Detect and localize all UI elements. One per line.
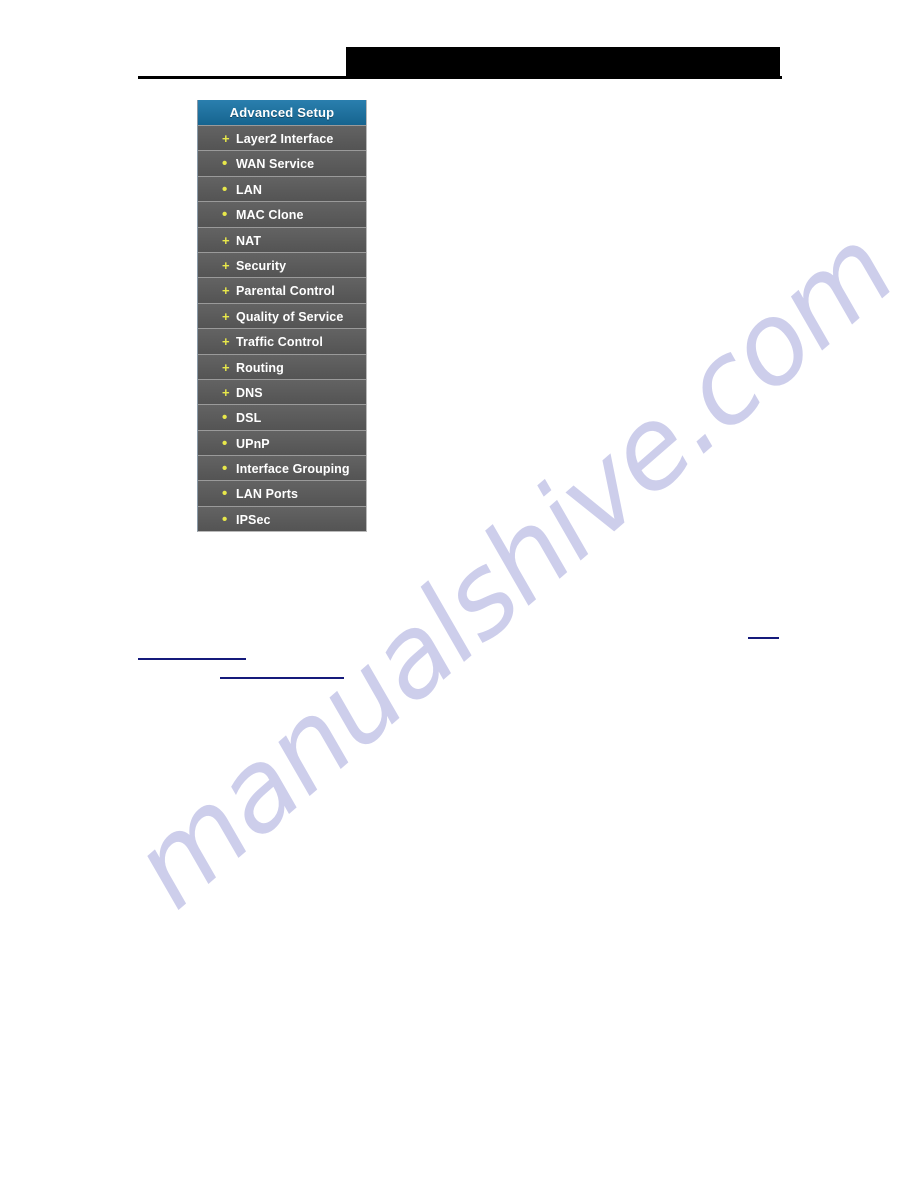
menu-item-ipsec[interactable]: • IPSec	[198, 505, 366, 532]
menu-item-routing[interactable]: + Routing	[198, 353, 366, 379]
menu-item-parental-control[interactable]: + Parental Control	[198, 277, 366, 303]
expand-plus-icon: +	[222, 334, 230, 350]
menu-item-mac-clone[interactable]: • MAC Clone	[198, 201, 366, 227]
menu-item-label: IPSec	[236, 512, 271, 527]
menu-item-dns[interactable]: + DNS	[198, 378, 366, 405]
menu-item-lan[interactable]: • LAN	[198, 175, 366, 202]
advanced-setup-menu: Advanced Setup + Layer2 Interface • WAN Ser…	[197, 100, 367, 533]
redacted-header-block	[346, 47, 780, 77]
expand-plus-icon: +	[222, 232, 230, 248]
bullet-dot-icon: •	[222, 434, 228, 452]
bullet-dot-icon: •	[222, 510, 228, 528]
menu-item-lan-ports[interactable]: • LAN Ports	[198, 480, 366, 506]
menu-item-label: Layer2 Interface	[236, 132, 334, 146]
menu-item-nat[interactable]: + NAT	[198, 226, 366, 252]
menu-item-label: Routing	[236, 360, 284, 375]
menu-item-traffic-control[interactable]: + Traffic Control	[198, 328, 366, 354]
menu-item-label: Quality of Service	[236, 309, 344, 324]
expand-plus-icon: +	[222, 257, 230, 273]
document-page: manualshive.com Advanced Setup + Layer2 I…	[0, 0, 918, 1188]
menu-item-label: Interface Grouping	[236, 462, 350, 477]
watermark: manualshive.com	[50, 205, 918, 940]
menu-item-label: Security	[236, 258, 287, 273]
header-divider-rule	[138, 76, 782, 79]
menu-item-security[interactable]: + Security	[198, 251, 366, 278]
menu-item-label: NAT	[236, 233, 262, 248]
bullet-dot-icon: •	[222, 460, 228, 478]
expand-plus-icon: +	[222, 283, 230, 299]
bullet-dot-icon: •	[222, 485, 228, 503]
menu-item-label: Traffic Control	[236, 335, 323, 350]
menu-item-wan-service[interactable]: • WAN Service	[198, 150, 366, 176]
bullet-dot-icon: •	[222, 206, 228, 224]
expand-plus-icon: +	[222, 359, 230, 375]
redacted-hyperlink-3[interactable]	[220, 677, 344, 679]
expand-plus-icon: +	[222, 384, 230, 400]
menu-item-upnp[interactable]: • UPnP	[198, 429, 366, 456]
menu-item-layer2-interface[interactable]: + Layer2 Interface	[198, 125, 366, 151]
bullet-dot-icon: •	[222, 155, 228, 173]
redacted-hyperlink-2[interactable]	[138, 658, 246, 660]
menu-title-advanced-setup: Advanced Setup	[198, 100, 366, 125]
bullet-dot-icon: •	[222, 180, 228, 198]
menu-item-label: DNS	[236, 385, 263, 400]
menu-item-label: LAN	[236, 182, 262, 197]
menu-item-quality-of-service[interactable]: + Quality of Service	[198, 302, 366, 329]
menu-item-label: WAN Service	[236, 157, 315, 172]
menu-item-interface-grouping[interactable]: • Interface Grouping	[198, 455, 366, 481]
page-header	[0, 0, 918, 92]
menu-item-label: UPnP	[236, 436, 270, 451]
menu-item-dsl[interactable]: • DSL	[198, 404, 366, 430]
expand-plus-icon: +	[222, 308, 230, 324]
menu-item-list: + Layer2 Interface • WAN Service • LAN • MAC Cl…	[198, 125, 366, 532]
menu-item-label: DSL	[236, 411, 262, 426]
menu-item-label: LAN Ports	[236, 487, 299, 502]
redacted-hyperlink-1[interactable]	[748, 637, 779, 639]
bullet-dot-icon: •	[222, 409, 228, 427]
menu-item-label: Parental Control	[236, 284, 335, 299]
menu-item-label: MAC Clone	[236, 208, 304, 223]
expand-plus-icon: +	[222, 131, 230, 146]
